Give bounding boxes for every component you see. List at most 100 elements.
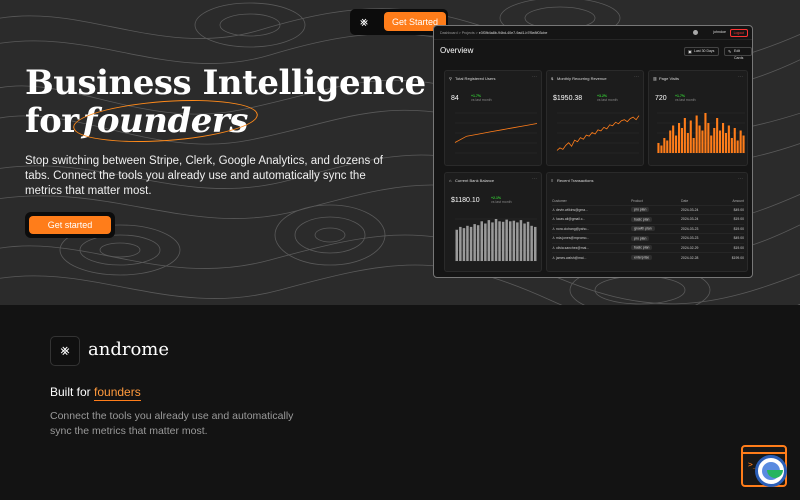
user-avatar-icon: [693, 30, 698, 35]
card-mrr[interactable]: $ Monthly Recurring Revenue ⋯ $1950.38 +…: [546, 70, 644, 166]
bar: [727, 125, 730, 153]
plan-badge: pro plan: [631, 235, 650, 241]
bar: [716, 118, 719, 153]
table-row[interactable]: ♙olivia.sanchez@mai... basic plan 2024-02-…: [552, 242, 744, 253]
table-row[interactable]: ♙nora.ciohang@yaho... growth plan 2024-03-…: [552, 223, 744, 234]
table-row[interactable]: ♙lucas.ali@gmail.c... basic plan 2024-03-2…: [552, 214, 744, 224]
customer-cell: ♙nora.ciohang@yaho...: [552, 223, 632, 234]
calendar-icon: ▣: [688, 49, 692, 54]
bar: [519, 220, 523, 261]
mrr-line-chart: [556, 112, 640, 154]
table-header-row: Customer Product Date Amount: [552, 197, 744, 205]
bar: [719, 130, 722, 153]
bar: [480, 221, 483, 261]
bar: [675, 135, 678, 153]
date-cell: 2024-03-23: [681, 223, 718, 234]
bar: [692, 138, 695, 153]
brand-name: androme: [88, 339, 170, 360]
customer-cell: ♙mia.jones@mpromo...: [552, 233, 632, 243]
date-cell: 2024-03-23: [681, 233, 718, 243]
bar: [657, 143, 660, 153]
hero-subtitle: Stop switching between Stripe, Clerk, Go…: [25, 155, 383, 197]
bar: [739, 130, 742, 153]
built-prefix: Built for: [50, 385, 91, 399]
bar: [526, 221, 530, 261]
users-line-chart: [454, 112, 538, 154]
edit-icon: ✎: [728, 49, 732, 54]
bar: [466, 225, 469, 261]
built-accent: founders: [94, 385, 141, 401]
customer-cell: ♙devin.wilkins@gma...: [552, 204, 632, 215]
date-cell: 2024-02-28: [681, 252, 718, 262]
transactions-table: Customer Product Date Amount ♙devin.wilk…: [552, 197, 744, 262]
bar: [516, 222, 519, 261]
hero-title: Business Intelligence for founders: [25, 63, 426, 148]
hero-title-accent: founders: [71, 94, 260, 148]
bar: [713, 128, 716, 153]
breadcrumb-mid[interactable]: Projects: [462, 31, 475, 35]
customer-cell: ♙lucas.ali@gmail.c...: [552, 214, 632, 224]
dashboard-topbar: Dashboard > Projects > e3f3fb4a8b-94bd-4…: [434, 26, 752, 40]
dashboard-preview: Dashboard > Projects > e3f3fb4a8b-94bd-4…: [433, 25, 753, 278]
intro-description: Connect the tools you already use and au…: [50, 410, 294, 437]
product-cell: enterprise: [631, 252, 682, 262]
table-row[interactable]: ♙devin.wilkins@gma... pro plan 2024-03-24 $…: [552, 204, 744, 215]
edit-cards-label: Edit Cards: [734, 49, 744, 60]
bar: [736, 140, 739, 153]
edit-cards-button[interactable]: ✎ Edit Cards: [724, 47, 752, 60]
bar: [730, 138, 733, 153]
bar: [494, 219, 498, 261]
column-header: Date: [681, 198, 689, 203]
hero-title-line1: Business Intelligence: [25, 63, 426, 103]
assistant-badge-icon[interactable]: [755, 455, 787, 487]
bar: [742, 135, 745, 153]
plan-badge: basic plan: [631, 216, 653, 222]
card-registered-users[interactable]: ⚲ Total Registered Users ⋯ 84 +1.7% vs la…: [444, 70, 542, 166]
table-row[interactable]: ♙james.walsh@mai... enterprise 2024-02-28 $…: [552, 252, 744, 262]
logout-button[interactable]: Logout: [729, 29, 748, 37]
amount-cell: $49.00: [717, 204, 744, 215]
card-menu-icon[interactable]: ⋯: [738, 176, 743, 182]
user-name[interactable]: johndoe: [713, 30, 726, 34]
amount-cell: $19.00: [717, 242, 744, 253]
breadcrumb-root[interactable]: Dashboard: [440, 31, 458, 35]
bar: [505, 219, 508, 261]
bar: [695, 115, 698, 153]
bar: [523, 223, 526, 261]
breadcrumb-id: e3f3fb4a8b-94bd-40e7-9ad1-b7f5e8f03cbe: [478, 31, 548, 35]
card-page-visits[interactable]: ▥ Page Visits ⋯ 720 +1.7% vs last month: [648, 70, 748, 166]
brand-logo-icon[interactable]: ⨳: [50, 336, 80, 366]
column-header: Customer: [552, 198, 567, 203]
card-bank-balance[interactable]: ⌂ Current Bank Balance ⋯ $1180.10 +2.1% v…: [444, 172, 542, 272]
plan-badge: basic plan: [631, 245, 653, 251]
bar: [724, 133, 727, 153]
card-title: Recent Transactions: [557, 178, 594, 183]
bar: [722, 123, 725, 153]
bar: [733, 128, 736, 153]
bar: [491, 222, 494, 261]
column-header: Product: [631, 198, 643, 203]
bar: [669, 130, 672, 153]
bar: [462, 228, 466, 261]
bar: [663, 138, 666, 153]
bar: [473, 224, 476, 261]
date-range-label: Last 30 Days: [694, 49, 715, 53]
bar: [701, 130, 704, 153]
bank-balance-bar-chart: [455, 218, 537, 262]
product-cell: growth plan: [631, 223, 682, 234]
bar: [672, 125, 675, 153]
amount-cell: $19.00: [717, 223, 744, 234]
hero-get-started-button[interactable]: Get started: [29, 216, 111, 234]
amount-cell: $19.00: [717, 214, 744, 224]
bar: [707, 123, 710, 153]
bar: [509, 221, 512, 261]
product-cell: pro plan: [631, 204, 682, 215]
date-range-button[interactable]: ▣ Last 30 Days: [684, 47, 720, 56]
column-header: Amount: [732, 198, 744, 203]
brand-logo-icon[interactable]: ⨳: [356, 14, 372, 30]
plan-badge: growth plan: [631, 226, 655, 232]
bar: [455, 229, 458, 261]
bar: [678, 123, 681, 153]
table-row[interactable]: ♙mia.jones@mpromo... pro plan 2024-03-23 $4…: [552, 233, 744, 243]
card-recent-transactions[interactable]: ≡ Recent Transactions ⋯ Customer Product…: [546, 172, 748, 272]
